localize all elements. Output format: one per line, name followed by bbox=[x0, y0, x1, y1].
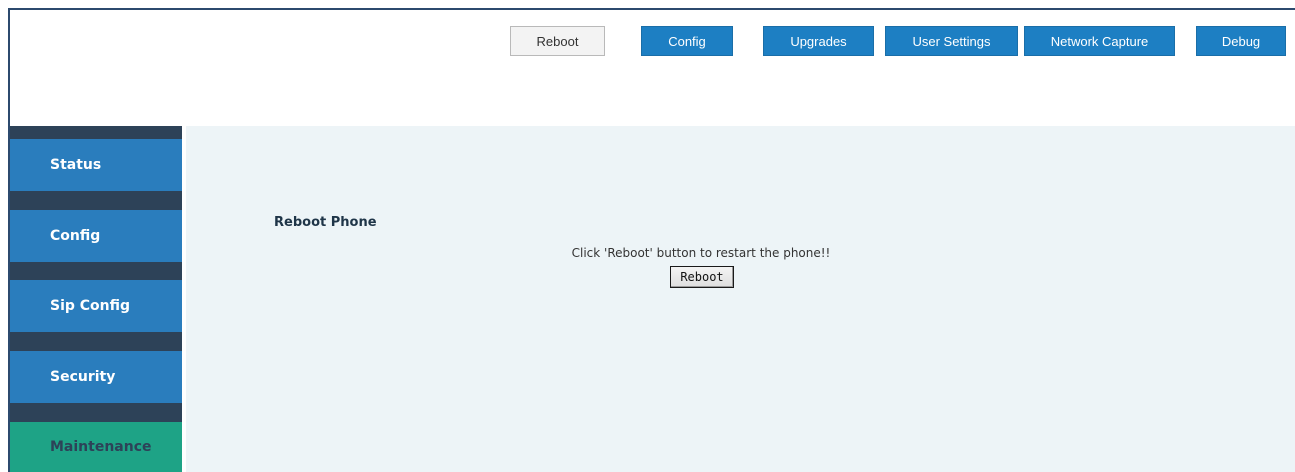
sidebar-item-label: Config bbox=[50, 228, 101, 244]
topnav-upgrades-button[interactable]: Upgrades bbox=[763, 26, 874, 56]
sidebar-item-config[interactable]: Config bbox=[10, 210, 182, 262]
topnav-reboot-button[interactable]: Reboot bbox=[510, 26, 605, 56]
sidebar-item-maintenance[interactable]: Maintenance bbox=[10, 422, 182, 472]
sidebar-item-security[interactable]: Security bbox=[10, 351, 182, 403]
topnav-config-button[interactable]: Config bbox=[641, 26, 733, 56]
page-title: Reboot Phone bbox=[274, 215, 377, 230]
sidebar: Status Config Sip Config Security Mainte… bbox=[10, 126, 182, 472]
topnav-user-settings-button[interactable]: User Settings bbox=[885, 26, 1018, 56]
sidebar-item-label: Status bbox=[50, 157, 102, 173]
sidebar-item-label: Security bbox=[50, 369, 116, 385]
topnav-debug-button[interactable]: Debug bbox=[1196, 26, 1286, 56]
sidebar-item-label: Maintenance bbox=[50, 439, 152, 455]
topnav-network-capture-button[interactable]: Network Capture bbox=[1024, 26, 1175, 56]
reboot-button[interactable]: Reboot bbox=[670, 266, 734, 288]
sidebar-item-sip-config[interactable]: Sip Config bbox=[10, 280, 182, 332]
sidebar-item-label: Sip Config bbox=[50, 298, 131, 314]
sidebar-item-status[interactable]: Status bbox=[10, 139, 182, 191]
reboot-instructions: Click 'Reboot' button to restart the pho… bbox=[571, 246, 831, 260]
main-panel: Reboot Phone Click 'Reboot' button to re… bbox=[186, 126, 1295, 472]
